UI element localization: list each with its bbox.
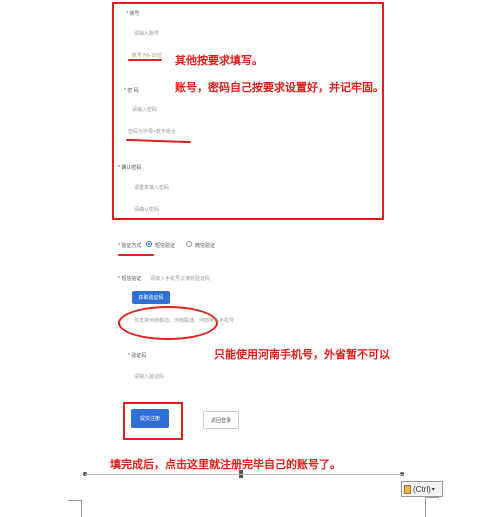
account-underline xyxy=(128,59,162,61)
sms-option-label[interactable]: 短信验证 xyxy=(155,242,175,249)
margin-corner-left xyxy=(68,500,82,517)
margin-corner-right xyxy=(425,497,439,517)
confirm-password-hint: 请确认密码 xyxy=(134,207,160,213)
submit-button[interactable]: 提交注册 xyxy=(131,409,169,428)
confirm-password-input[interactable]: 请重复输入密码 xyxy=(134,184,169,191)
back-to-login-button[interactable]: 返回登录 xyxy=(203,411,239,429)
doc-page-separator xyxy=(85,474,403,475)
wechat-radio[interactable] xyxy=(186,241,192,247)
verify-method-label: * 验证方式 xyxy=(118,243,142,249)
confirm-password-label: * 确认密码 xyxy=(118,165,142,171)
annotation-text-2: 账号，密码自己按要求设置好，并记牢固。 xyxy=(175,81,384,94)
account-input[interactable]: 请输入账号 xyxy=(134,30,159,37)
annotation-text-1: 其他按要求填写。 xyxy=(175,54,263,67)
password-input[interactable]: 请输入密码 xyxy=(132,106,157,113)
account-label: * 账号 xyxy=(126,11,140,17)
verify-method-underline xyxy=(118,254,154,256)
annotation-submit-text: 填完成后，点击这里就注册完毕自己的账号了。 xyxy=(110,458,341,471)
account-hint: 账号为6-20位 xyxy=(132,53,163,59)
code-input[interactable]: 请输入验证码 xyxy=(134,373,164,380)
chevron-down-icon: ▾ xyxy=(431,486,435,493)
clipboard-icon xyxy=(404,484,411,494)
sms-radio[interactable] xyxy=(146,241,152,247)
phone-input[interactable]: 请输入手机号以接收验证码 xyxy=(150,275,210,282)
annotation-phone-text: 只能使用河南手机号，外省暂不可以 xyxy=(214,348,390,361)
wechat-option-label[interactable]: 微信验证 xyxy=(195,242,215,249)
paste-options-button[interactable]: (Ctrl) ▾ xyxy=(401,481,443,497)
sms-verify-label: * 短信验证 xyxy=(118,276,142,282)
paste-options-label: (Ctrl) xyxy=(413,484,431,494)
password-hint: 密码为字母+数字组合 xyxy=(128,129,176,135)
get-code-button[interactable]: 获取验证码 xyxy=(132,291,170,304)
phone-note: 仅支持河南移动、河南联通、河南电信手机号 xyxy=(134,318,235,324)
code-label: * 验证码 xyxy=(128,353,147,359)
password-label: * 密 码 xyxy=(124,88,139,94)
